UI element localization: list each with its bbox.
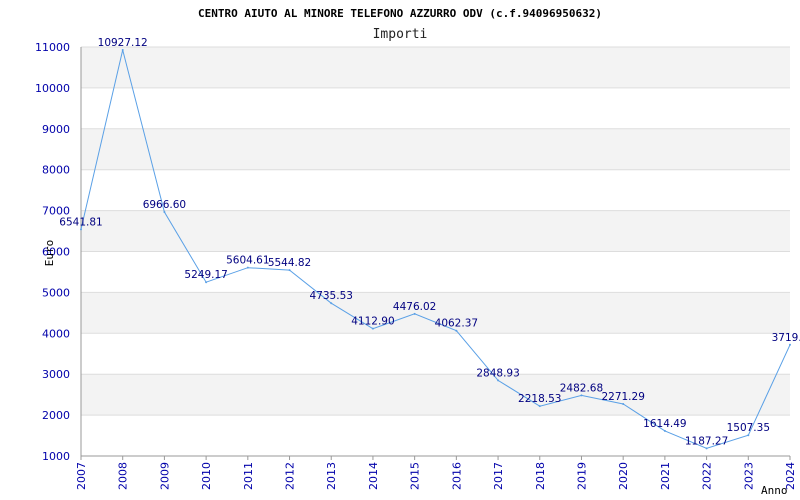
- data-label: 5249.17: [184, 269, 227, 281]
- chart-container: CENTRO AIUTO AL MINORE TELEFONO AZZURRO …: [0, 0, 800, 500]
- data-point: [371, 327, 374, 330]
- y-tick-label: 8000: [42, 164, 70, 177]
- data-point: [413, 312, 416, 315]
- data-label: 6966.60: [143, 199, 186, 211]
- data-point: [288, 269, 291, 272]
- x-tick-label: 2014: [367, 462, 380, 490]
- x-tick-label: 2011: [242, 462, 255, 490]
- data-label: 6541.81: [59, 216, 102, 228]
- data-point: [747, 434, 750, 437]
- y-tick-label: 2000: [42, 409, 70, 422]
- grid-band: [81, 210, 790, 252]
- data-point: [538, 405, 541, 408]
- data-point: [205, 281, 208, 284]
- data-point: [705, 447, 708, 450]
- data-label: 1507.35: [727, 422, 770, 434]
- data-point: [246, 266, 249, 269]
- data-label: 2271.29: [601, 391, 644, 403]
- data-point: [163, 210, 166, 213]
- data-point: [789, 343, 791, 346]
- x-tick-label: 2017: [492, 462, 505, 490]
- data-label: 4112.90: [351, 316, 394, 328]
- x-tick-label: 2015: [409, 462, 422, 490]
- y-tick-label: 10000: [35, 82, 70, 95]
- data-label: 4476.02: [393, 301, 436, 313]
- y-axis-label: Euro: [43, 240, 56, 267]
- x-tick-label: 2019: [575, 462, 588, 490]
- line-chart: CENTRO AIUTO AL MINORE TELEFONO AZZURRO …: [35, 7, 800, 497]
- chart-subtitle: Importi: [373, 27, 428, 42]
- data-label: 2482.68: [560, 382, 603, 394]
- data-point: [455, 329, 458, 332]
- x-axis-ticks: 2007 2008 2009 2010 2011 2012 2013 2014 2015 2016…: [75, 456, 797, 490]
- data-label: 1187.27: [685, 435, 728, 447]
- data-label: 4735.53: [310, 290, 353, 302]
- chart-title: CENTRO AIUTO AL MINORE TELEFONO AZZURRO …: [198, 7, 602, 20]
- data-label: 1614.49: [643, 418, 686, 430]
- data-point: [121, 48, 124, 51]
- x-tick-label: 2020: [617, 462, 630, 490]
- y-tick-label: 5000: [42, 286, 70, 299]
- grid-band: [81, 128, 790, 170]
- data-point: [330, 302, 333, 305]
- y-tick-label: 4000: [42, 327, 70, 340]
- data-label: 5604.61: [226, 255, 269, 267]
- x-tick-label: 2010: [200, 462, 213, 490]
- y-tick-label: 11000: [35, 41, 70, 54]
- y-tick-label: 9000: [42, 123, 70, 136]
- x-tick-label: 2023: [742, 462, 755, 490]
- data-point: [663, 429, 666, 432]
- data-label: 2218.53: [518, 393, 561, 405]
- data-label: 2848.93: [476, 367, 519, 379]
- data-point: [580, 394, 583, 397]
- data-label: 4062.37: [435, 318, 478, 330]
- grid-band: [81, 47, 790, 88]
- x-tick-label: 2009: [158, 462, 171, 490]
- x-tick-label: 2022: [701, 462, 714, 490]
- data-point: [80, 228, 82, 231]
- x-tick-label: 2007: [75, 462, 88, 490]
- x-axis-label: Anno: [761, 484, 788, 497]
- data-point: [622, 403, 625, 406]
- grid-band: [81, 374, 790, 416]
- y-tick-label: 1000: [42, 450, 70, 463]
- y-tick-label: 3000: [42, 368, 70, 381]
- x-tick-label: 2013: [325, 462, 338, 490]
- x-tick-label: 2021: [659, 462, 672, 490]
- data-label: 5544.82: [268, 257, 311, 269]
- grid-bands: [81, 47, 790, 416]
- x-tick-label: 2018: [534, 462, 547, 490]
- x-tick-label: 2012: [284, 462, 297, 490]
- x-tick-label: 2016: [450, 462, 463, 490]
- data-label: 10927.12: [98, 37, 148, 49]
- data-point: [497, 379, 500, 382]
- x-tick-label: 2008: [117, 462, 130, 490]
- data-label: 3719.7: [772, 332, 800, 344]
